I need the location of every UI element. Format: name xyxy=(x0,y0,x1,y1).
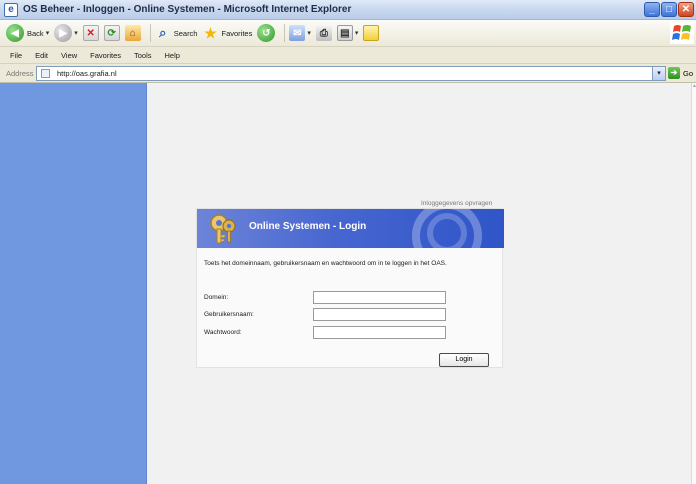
maximize-button[interactable]: □ xyxy=(661,2,677,17)
back-arrow-icon: ◀ xyxy=(6,24,24,42)
window-controls: _ □ ✕ xyxy=(644,2,694,17)
menu-tools[interactable]: Tools xyxy=(134,51,152,60)
request-credentials-link[interactable]: Inloggegevens opvragen xyxy=(421,200,492,207)
mail-button[interactable]: ✉ ▾ xyxy=(289,22,311,44)
edit-button[interactable]: ▤ ▾ xyxy=(336,22,359,44)
keys-icon xyxy=(208,213,238,245)
go-label: Go xyxy=(682,68,693,78)
menu-bar: File Edit View Favorites Tools Help xyxy=(0,47,696,64)
search-icon: ⌕ xyxy=(159,25,167,40)
header-decoration xyxy=(427,213,467,248)
left-sidebar xyxy=(0,83,147,484)
password-label: Wachtwoord: xyxy=(204,329,242,336)
window-title: OS Beheer - Inloggen - Online Systemen -… xyxy=(23,4,352,15)
stop-button[interactable]: ✕ xyxy=(82,22,99,44)
username-label: Gebruikersnaam: xyxy=(204,311,254,318)
login-title: Online Systemen - Login xyxy=(249,221,367,232)
title-bar: e OS Beheer - Inloggen - Online Systemen… xyxy=(0,0,696,20)
favorites-button[interactable]: ★ Favorites xyxy=(202,22,252,44)
login-header: Online Systemen - Login xyxy=(197,209,504,248)
standard-toolbar: ◀ Back ▾ ▶ ▾ ✕ ⟳ ⌂ ⌕ Search ★ Favorites … xyxy=(0,20,696,47)
edit-icon: ▤ xyxy=(336,25,353,41)
mail-icon: ✉ xyxy=(289,25,306,41)
login-panel: Online Systemen - Login Toets het domein… xyxy=(196,208,504,368)
menu-edit[interactable]: Edit xyxy=(35,51,48,60)
toolbar-separator xyxy=(149,24,151,42)
toolbar-separator xyxy=(284,24,286,42)
domain-label: Domein: xyxy=(204,294,229,301)
history-icon: ↺ xyxy=(257,24,276,42)
login-instructions: Toets het domeinnaam, gebruikersnaam en … xyxy=(204,260,447,267)
go-arrow-icon: ➔ xyxy=(667,67,680,79)
password-input[interactable] xyxy=(313,326,446,339)
search-button[interactable]: ⌕ Search xyxy=(155,22,198,44)
vertical-scrollbar[interactable]: ▲ xyxy=(691,83,696,484)
back-button[interactable]: ◀ Back ▾ xyxy=(6,22,49,44)
page-content: ▲ Inloggegevens opvragen Online Systemen… xyxy=(0,83,696,484)
stop-icon: ✕ xyxy=(82,25,99,41)
address-bar: Address http://oas.grafia.nl ▾ ➔ Go xyxy=(0,64,696,83)
address-dropdown-icon[interactable]: ▾ xyxy=(652,67,665,80)
username-input[interactable] xyxy=(313,308,446,321)
address-label: Address xyxy=(6,68,34,78)
back-label: Back xyxy=(27,28,44,38)
forward-button[interactable]: ▶ ▾ xyxy=(54,22,78,44)
refresh-button[interactable]: ⟳ xyxy=(103,22,120,44)
menu-view[interactable]: View xyxy=(61,51,77,60)
home-icon: ⌂ xyxy=(124,25,141,41)
chevron-down-icon: ▾ xyxy=(45,30,50,37)
print-icon: ⎙ xyxy=(315,25,332,41)
menu-help[interactable]: Help xyxy=(165,51,180,60)
chevron-down-icon: ▾ xyxy=(74,30,78,37)
page-icon xyxy=(41,69,50,78)
messenger-button[interactable] xyxy=(363,22,380,44)
address-input[interactable]: http://oas.grafia.nl ▾ xyxy=(36,66,666,81)
go-button[interactable]: ➔ Go xyxy=(667,67,693,79)
home-button[interactable]: ⌂ xyxy=(124,22,141,44)
ie-page-icon: e xyxy=(4,2,18,17)
domain-input[interactable] xyxy=(313,291,446,304)
print-button[interactable]: ⎙ xyxy=(315,22,332,44)
windows-logo-icon xyxy=(670,22,694,44)
minimize-button[interactable]: _ xyxy=(644,2,660,17)
close-button[interactable]: ✕ xyxy=(678,2,694,17)
favorites-label: Favorites xyxy=(221,28,253,38)
menu-file[interactable]: File xyxy=(10,51,22,60)
chevron-down-icon: ▾ xyxy=(354,30,359,37)
scroll-up-icon[interactable]: ▲ xyxy=(692,83,696,89)
search-label: Search xyxy=(173,28,198,38)
address-url: http://oas.grafia.nl xyxy=(57,69,117,78)
refresh-icon: ⟳ xyxy=(103,25,120,41)
messenger-icon xyxy=(363,25,380,41)
login-button[interactable]: Login xyxy=(439,353,489,367)
menu-favorites[interactable]: Favorites xyxy=(90,51,121,60)
forward-arrow-icon: ▶ xyxy=(54,24,73,42)
favorites-star-icon: ★ xyxy=(204,24,217,41)
history-button[interactable]: ↺ xyxy=(257,22,276,44)
chevron-down-icon: ▾ xyxy=(307,30,311,37)
